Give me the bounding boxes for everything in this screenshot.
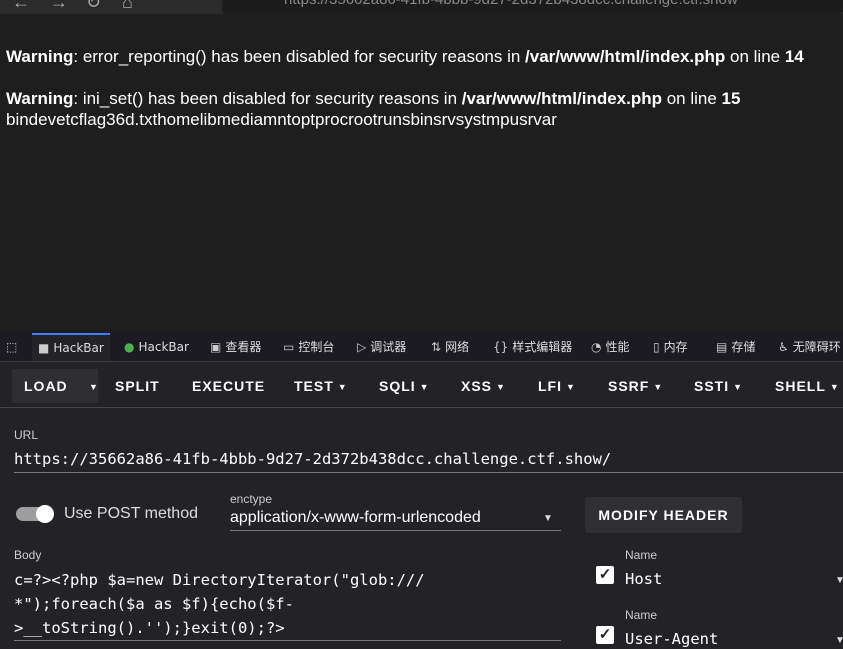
header-checkbox-user-agent[interactable]: ✓ [596,626,614,644]
header-name-user-agent[interactable]: User-Agent [625,630,718,648]
hackbar-green-icon: ● [124,340,135,354]
chevron-down-icon[interactable]: ▼ [835,635,843,646]
header-name-label: Name [625,608,658,622]
warning-label: Warning [6,47,74,66]
devtools-tabs: ⬚ ■ HackBar ● HackBar ▣ 查看器 ▭ 控制台 ▷ 调试器 ⇅ 网络 {… [0,333,843,362]
storage-icon: ▤ [716,340,728,354]
body-label: Body [14,548,42,562]
back-icon[interactable]: ← [12,0,30,13]
warning-path: /var/www/html/index.php [461,89,662,108]
warning-text: : ini_set() has been disabled for securi… [73,89,462,108]
modify-header-button[interactable]: MODIFY HEADER [585,497,742,533]
warning-path: /var/www/html/index.php [525,47,726,66]
page-content: Warning: error_reporting() has been disa… [6,46,843,130]
performance-icon: ◔ [591,340,602,354]
enctype-select[interactable]: application/x-www-form-urlencoded [230,509,481,527]
network-icon: ⇅ [431,340,442,354]
load-button[interactable]: LOAD [24,369,68,403]
tab-performance[interactable]: ◔ 性能 [591,333,630,361]
header-checkbox-host[interactable]: ✓ [596,566,614,584]
xss-menu[interactable]: XSS ▼ [461,369,506,403]
reload-icon[interactable]: ↻ [86,0,101,13]
forward-icon[interactable]: → [50,0,68,13]
hackbar-toolbar: LOAD ▼ SPLIT EXECUTE TEST ▼ SQLI ▼ XSS ▼ LF… [0,369,843,408]
body-textarea[interactable]: c=?><?php $a=new DirectoryIterator("glob… [14,568,454,640]
warning-line: 15 [721,89,741,108]
header-name-label: Name [625,548,658,562]
style-editor-icon: {} [493,340,509,354]
tab-debugger[interactable]: ▷ 调试器 [357,333,406,361]
post-method-toggle[interactable] [16,505,54,523]
browser-toolbar: ← → ↻ ⌂ https://35662a86-41fb-4bbb-9d27-… [0,0,843,14]
shell-menu[interactable]: SHELL ▼ [775,369,840,403]
address-bar[interactable]: https://35662a86-41fb-4bbb-9d27-2d372b43… [222,0,843,14]
ssrf-menu[interactable]: SSRF ▼ [608,369,663,403]
tab-network[interactable]: ⇅ 网络 [431,333,469,361]
header-name-host[interactable]: Host [625,570,662,588]
memory-icon: ▯ [653,340,660,354]
post-method-label: Use POST method [64,505,198,522]
warning-label: Warning [6,89,74,108]
tab-storage[interactable]: ▤ 存储 [716,333,755,361]
debugger-icon: ▷ [357,340,367,354]
warning-online: on line [662,89,722,108]
split-button[interactable]: SPLIT [115,369,160,403]
directory-output: bindevetcflag36d.txthomelibmediamntoptpr… [6,110,557,129]
lfi-menu[interactable]: LFI ▼ [538,369,576,403]
accessibility-icon: ♿ [778,340,789,354]
warning-1: Warning: error_reporting() has been disa… [6,46,843,67]
tab-console[interactable]: ▭ 控制台 [283,333,334,361]
enctype-label: enctype [230,492,273,506]
tab-hackbar[interactable]: ■ HackBar [32,333,110,361]
pick-element-icon[interactable]: ⬚ [6,333,21,361]
hackbar-icon: ■ [38,341,50,355]
test-menu[interactable]: TEST ▼ [294,369,348,403]
tab-memory[interactable]: ▯ 内存 [653,333,688,361]
warning-text: : error_reporting() has been disabled fo… [73,47,526,66]
inspector-icon: ▣ [210,340,222,354]
ssti-menu[interactable]: SSTI ▼ [694,369,743,403]
warning-online: on line [725,47,785,66]
sqli-menu[interactable]: SQLI ▼ [379,369,430,403]
chevron-down-icon[interactable]: ▼ [543,513,553,524]
warning-2: Warning: ini_set() has been disabled for… [6,88,843,109]
tab-inspector[interactable]: ▣ 查看器 [210,333,261,361]
home-icon[interactable]: ⌂ [122,0,133,13]
chevron-down-icon[interactable]: ▼ [835,575,843,586]
load-dropdown-icon[interactable]: ▼ [85,369,99,403]
tab-style-editor[interactable]: {} 样式编辑器 [493,333,572,361]
warning-line: 14 [784,47,804,66]
url-label: URL [14,428,39,442]
tab-hackbar-2[interactable]: ● HackBar [124,333,189,361]
execute-button[interactable]: EXECUTE [192,369,265,403]
url-input[interactable]: https://35662a86-41fb-4bbb-9d27-2d372b43… [14,450,611,468]
console-icon: ▭ [283,340,295,354]
address-bar-text: https://35662a86-41fb-4bbb-9d27-2d372b43… [284,0,738,8]
tab-accessibility[interactable]: ♿ 无障碍环 [778,333,841,361]
